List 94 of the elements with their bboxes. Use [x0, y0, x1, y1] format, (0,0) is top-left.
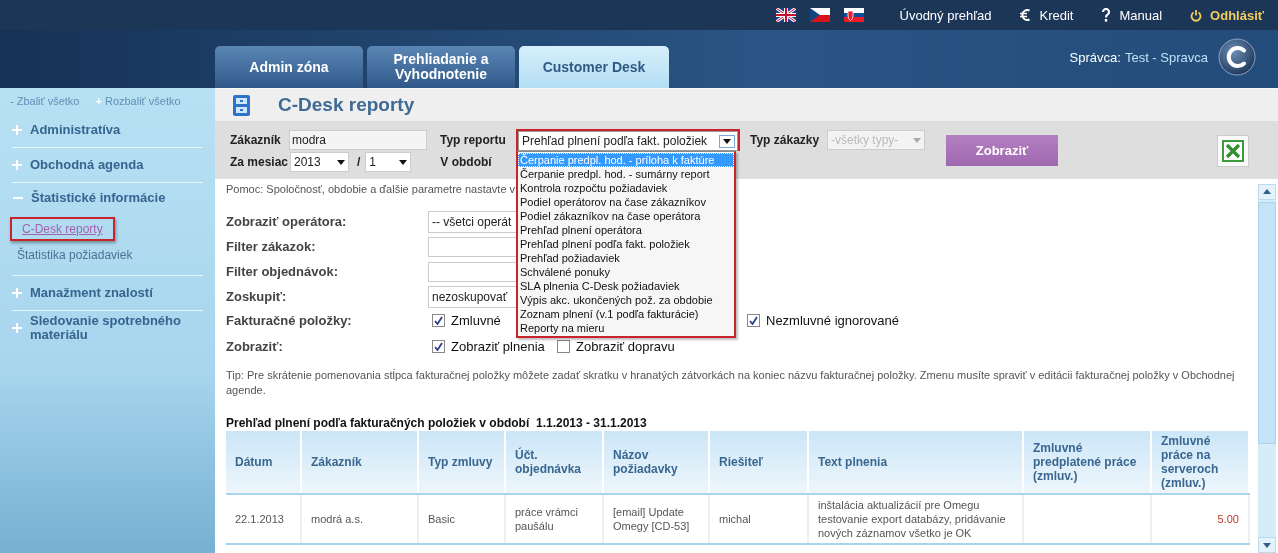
caret-icon: [337, 159, 345, 165]
checkbox[interactable]: [432, 340, 445, 353]
help-icon: [1101, 8, 1112, 22]
checkbox[interactable]: [432, 314, 445, 327]
sidebar-section[interactable]: Administratíva: [12, 113, 203, 147]
form-label: Zobraziť:: [226, 339, 284, 354]
top-link[interactable]: Manual: [1101, 7, 1163, 23]
dropdown-option[interactable]: Prehľad požiadaviek: [518, 251, 734, 265]
sidebar-section[interactable]: Sledovanie spotrebného materiálu: [12, 311, 203, 345]
check-icon: [434, 316, 443, 325]
checkbox-label: Zobraziť dopravu: [576, 339, 675, 354]
table-cell: práce vrámci paušálu: [505, 494, 603, 544]
sidebar-section[interactable]: Obchodná agenda: [12, 148, 203, 182]
form-label: Fakturačné položky:: [226, 313, 353, 328]
check-icon: [749, 316, 758, 325]
filter-label: Typ reportu: [440, 133, 507, 147]
nav-tab[interactable]: Admin zóna: [215, 46, 363, 88]
dropdown-option[interactable]: Prehľad plnení podľa fakt. položiek: [518, 237, 734, 251]
caret-icon: [913, 137, 921, 143]
scrollbar[interactable]: [1258, 184, 1276, 553]
caret-icon: [399, 159, 408, 165]
table-cell: michal: [709, 494, 808, 544]
table-cell: Basic: [418, 494, 505, 544]
show-button[interactable]: Zobraziť: [946, 135, 1058, 166]
user-name: Test - Spravca: [1124, 50, 1208, 65]
plus-icon: [12, 288, 22, 298]
czech-flag-icon[interactable]: [809, 8, 830, 22]
separator-text: /: [357, 155, 361, 169]
column-header: Text plnenia: [808, 431, 1023, 494]
plus-icon: [12, 323, 22, 333]
checkbox-label: Zobraziť plnenia: [451, 339, 545, 354]
contract-type-select: -všetky typy-: [827, 130, 925, 150]
dropdown-option[interactable]: Reporty na mieru: [518, 321, 734, 335]
user-label: Správca:: [1069, 50, 1121, 65]
table-cell: 5.00: [1151, 494, 1249, 544]
sidebar-section[interactable]: Manažment znalostí: [12, 276, 203, 310]
table-cell: 22.1.2013: [226, 494, 301, 544]
spreadsheet-icon: [1222, 140, 1244, 162]
power-icon: [1190, 8, 1203, 22]
report-type-select[interactable]: Prehľad plnení podľa fakt. položiek: [518, 131, 738, 151]
sidebar-item[interactable]: Štatistika požiadaviek: [5, 245, 145, 265]
help-text: Pomoc: Spoločnosť, obdobie a ďalšie parametre nastavte v: [226, 183, 516, 195]
form-label: Zobraziť operátora:: [226, 214, 348, 229]
column-header: Zmluvné predplatené práce (zmluv.): [1023, 431, 1151, 494]
column-header: Typ zmluvy: [418, 431, 505, 494]
check-icon: [434, 342, 443, 351]
checkbox[interactable]: [747, 314, 760, 327]
filter-label: Zákazník: [230, 133, 282, 147]
table-cell: [email] Update Omegy [CD-53]: [603, 494, 709, 544]
nav-tab[interactable]: Prehliadanie a Vyhodnotenie: [367, 46, 515, 88]
form-label: Zoskupiť:: [226, 289, 288, 304]
column-header: Zákazník: [301, 431, 418, 494]
checkbox-label: Zmluvné: [451, 313, 501, 328]
filter-label: Za mesiac: [230, 155, 289, 169]
page-title: C-Desk reporty: [278, 94, 415, 116]
dropdown-option[interactable]: Schválené ponuky: [518, 265, 734, 279]
table-cell: inštalácia aktualizácií pre Omegu testovanie export databázy, pridávanie nových záznamov všetko je OK: [808, 494, 1023, 544]
scroll-up-icon[interactable]: [1258, 184, 1276, 200]
top-link[interactable]: Kredit: [1019, 7, 1074, 23]
dropdown-option[interactable]: Kontrola rozpočtu požiadaviek: [518, 181, 734, 195]
euro-icon: [1019, 8, 1032, 22]
nav-tab[interactable]: Customer Desk: [519, 46, 669, 88]
slovak-flag-icon[interactable]: [843, 8, 864, 22]
customer-field[interactable]: modra: [289, 130, 427, 150]
column-header: Riešiteľ: [709, 431, 808, 494]
scroll-down-icon[interactable]: [1258, 537, 1276, 553]
dropdown-option[interactable]: Podiel operátorov na čase zákazníkov: [518, 195, 734, 209]
tip-text: Tip: Pre skrátenie pomenovania stĺpca fakturačnej položky môžete zadať skratku v hranatých zátvorkách na koniec názvu fakturačnej položky. Zmenu musíte spraviť v editácii fakturačnej položky v Obchodnej agende.: [226, 368, 1236, 398]
filter-label: V období: [440, 155, 492, 169]
table-cell: modrá a.s.: [301, 494, 418, 544]
checkbox-label: Nezmluvné ignorované: [766, 313, 899, 328]
filter-label: Typ zákazky: [750, 133, 821, 147]
month-select[interactable]: 1: [365, 152, 412, 172]
scroll-thumb[interactable]: [1258, 202, 1276, 444]
column-header: Dátum: [226, 431, 301, 494]
dropdown-option[interactable]: Čerpanie predpl. hod. - sumárny report: [518, 167, 734, 181]
top-link[interactable]: Úvodný prehľad: [899, 7, 992, 23]
uk-flag-icon[interactable]: [775, 8, 796, 22]
column-header: Názov požiadavky: [603, 431, 709, 494]
plus-icon: [12, 160, 22, 170]
cabinet-icon: [232, 93, 251, 117]
column-header: Účt. objednávka: [505, 431, 603, 494]
year-select[interactable]: 2013: [290, 152, 349, 172]
checkbox[interactable]: [557, 340, 570, 353]
form-label: Filter zákazok:: [226, 239, 317, 254]
excel-export-button[interactable]: [1217, 135, 1249, 167]
sidebar-section[interactable]: Štatistické informácie: [12, 183, 203, 213]
dropdown-option[interactable]: Zoznam plnení (v.1 podľa fakturácie): [518, 307, 734, 321]
table-title: Prehľad plnení podľa fakturačných položiek v období 1.1.2013 - 31.1.2013: [226, 416, 648, 430]
plus-icon: [12, 125, 22, 135]
column-header: Zmluvné práce na serveroch (zmluv.): [1151, 431, 1249, 494]
top-link[interactable]: Odhlásiť: [1190, 7, 1264, 23]
form-label: Filter objednávok:: [226, 264, 339, 279]
logo-icon: [1218, 38, 1256, 76]
